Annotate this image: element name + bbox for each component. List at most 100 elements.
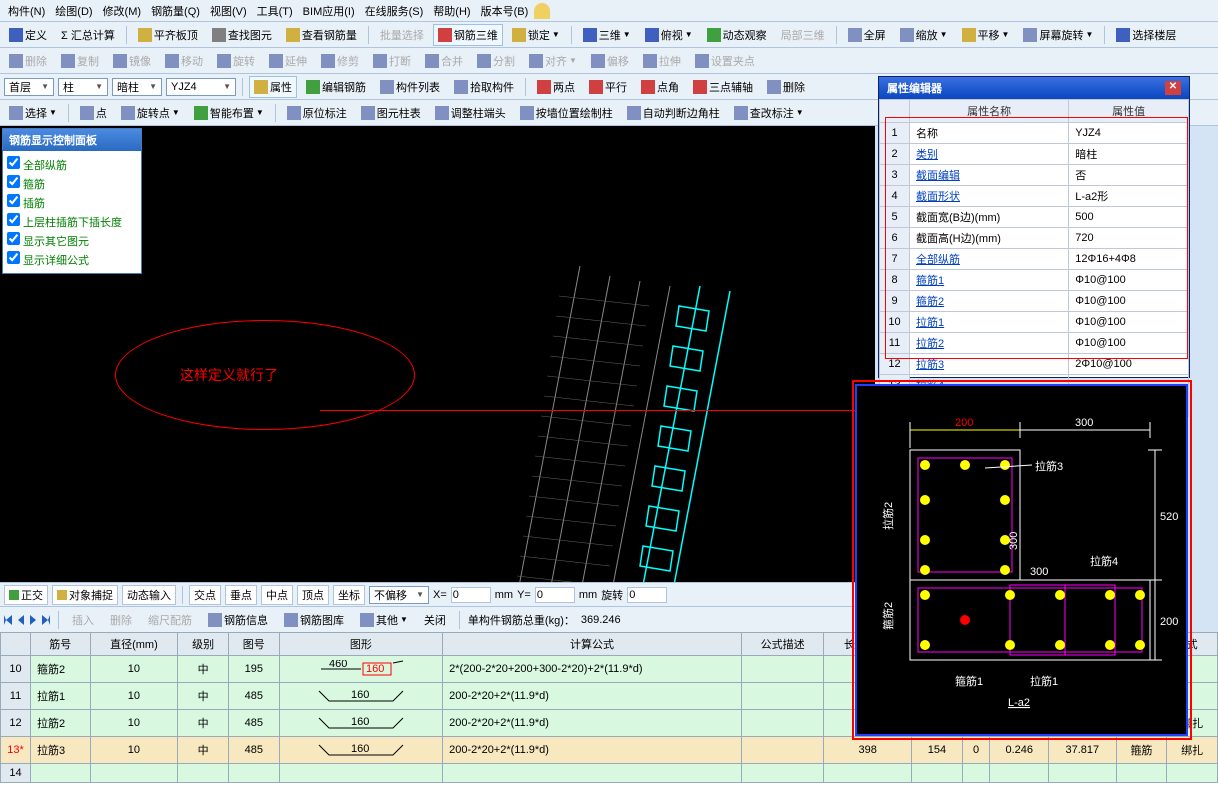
extend-button[interactable]: 延伸	[264, 50, 312, 72]
sub-dropdown[interactable]: 暗柱▼	[112, 78, 162, 96]
property-row[interactable]: 1名称YJZ4	[880, 123, 1189, 144]
cpanel-checkbox[interactable]: 显示其它图元	[7, 231, 137, 250]
menu-help[interactable]: 帮助(H)	[429, 1, 474, 21]
other-button[interactable]: 其他▼	[355, 609, 413, 631]
adjust-button[interactable]: 调整柱端头	[430, 102, 511, 124]
property-row[interactable]: 2类别暗柱	[880, 144, 1189, 165]
edit-rebar-button[interactable]: 编辑钢筋	[301, 76, 371, 98]
auto-button[interactable]: 自动判断边角柱	[622, 102, 725, 124]
corner-button[interactable]: 点角	[636, 76, 684, 98]
trim-button[interactable]: 修剪	[316, 50, 364, 72]
split-button[interactable]: 分割	[472, 50, 520, 72]
code-dropdown[interactable]: YJZ4▼	[166, 78, 236, 96]
property-row[interactable]: 7全部纵筋12Φ16+4Φ8	[880, 249, 1189, 270]
nav-last-icon[interactable]	[42, 615, 50, 625]
point-button[interactable]: 点	[75, 102, 112, 124]
property-row[interactable]: 12拉筋32Φ10@100	[880, 354, 1189, 375]
merge-button[interactable]: 合并	[420, 50, 468, 72]
table-row[interactable]: 13*拉筋310中485160200-2*20+2*(11.9*d)398154…	[1, 737, 1218, 764]
stretch-button[interactable]: 拉伸	[638, 50, 686, 72]
rot-input[interactable]	[627, 587, 667, 603]
x-input[interactable]	[451, 587, 491, 603]
property-editor[interactable]: 属性编辑器 ✕ 属性名称属性值1名称YJZ42类别暗柱3截面编辑否4截面形状L-…	[878, 76, 1190, 378]
para-button[interactable]: 平行	[584, 76, 632, 98]
offset-button[interactable]: 偏移	[586, 50, 634, 72]
grip-button[interactable]: 设置夹点	[690, 50, 760, 72]
orig-button[interactable]: 原位标注	[282, 102, 352, 124]
rotate-button[interactable]: 旋转	[212, 50, 260, 72]
type-dropdown[interactable]: 柱▼	[58, 78, 108, 96]
copy-button[interactable]: 复制	[56, 50, 104, 72]
pick-button[interactable]: 拾取构件	[449, 76, 519, 98]
zoom-button[interactable]: 缩放▼	[895, 24, 953, 46]
rotpt-button[interactable]: 旋转点▼	[116, 102, 185, 124]
move-button[interactable]: 移动	[160, 50, 208, 72]
perp-toggle[interactable]: 垂点	[225, 585, 257, 605]
coord-toggle[interactable]: 坐标	[333, 585, 365, 605]
two-button[interactable]: 两点	[532, 76, 580, 98]
property-row[interactable]: 10拉筋1Φ10@100	[880, 312, 1189, 333]
del2-button[interactable]: 删除	[105, 609, 137, 631]
menu-version[interactable]: 版本号(B)	[477, 1, 533, 21]
rebar-button[interactable]: 查看钢筋量	[281, 24, 362, 46]
flat-button[interactable]: 平齐板顶	[133, 24, 203, 46]
cpanel-checkbox[interactable]: 显示详细公式	[7, 250, 137, 269]
lib-button[interactable]: 钢筋图库	[279, 609, 349, 631]
menu-modify[interactable]: 修改(M)	[99, 1, 146, 21]
wall-button[interactable]: 按墙位置绘制柱	[515, 102, 618, 124]
cpanel-checkbox[interactable]: 箍筋	[7, 174, 137, 193]
pan-button[interactable]: 平移▼	[957, 24, 1015, 46]
floor-button[interactable]: 选择楼层	[1111, 24, 1181, 46]
loc3d-button[interactable]: 局部三维	[776, 24, 830, 46]
sum-button[interactable]: Σ 汇总计算	[56, 24, 120, 46]
property-row[interactable]: 5截面宽(B边)(mm)500	[880, 207, 1189, 228]
property-row[interactable]: 9箍筋2Φ10@100	[880, 291, 1189, 312]
chk-button[interactable]: 查改标注▼	[729, 102, 809, 124]
close-button[interactable]: 关闭	[419, 609, 451, 631]
prop-button[interactable]: 属性	[249, 76, 297, 98]
close-icon[interactable]: ✕	[1165, 81, 1181, 95]
select-button[interactable]: 选择▼	[4, 102, 62, 124]
property-titlebar[interactable]: 属性编辑器 ✕	[879, 77, 1189, 99]
del-button[interactable]: 删除	[4, 50, 52, 72]
property-row[interactable]: 4截面形状L-a2形	[880, 186, 1189, 207]
dyn-toggle[interactable]: 动态输入	[122, 585, 176, 605]
rot-button[interactable]: 屏幕旋转▼	[1018, 24, 1098, 46]
property-row[interactable]: 6截面高(H边)(mm)720	[880, 228, 1189, 249]
dyn-button[interactable]: 动态观察	[702, 24, 772, 46]
three-button[interactable]: 三点辅轴	[688, 76, 758, 98]
mid-toggle[interactable]: 中点	[261, 585, 293, 605]
insert-button[interactable]: 插入	[67, 609, 99, 631]
property-row[interactable]: 8箍筋1Φ10@100	[880, 270, 1189, 291]
floor-dropdown[interactable]: 首层▼	[4, 78, 54, 96]
menu-draw[interactable]: 绘图(D)	[51, 1, 96, 21]
property-row[interactable]: 3截面编辑否	[880, 165, 1189, 186]
define-button[interactable]: 定义	[4, 24, 52, 46]
ortho-toggle[interactable]: 正交	[4, 585, 48, 605]
menu-view[interactable]: 视图(V)	[206, 1, 251, 21]
table-button[interactable]: 图元柱表	[356, 102, 426, 124]
menu-rebar[interactable]: 钢筋量(Q)	[147, 1, 204, 21]
list-button[interactable]: 构件列表	[375, 76, 445, 98]
offset-dropdown[interactable]: 不偏移▼	[369, 586, 429, 604]
cpanel-checkbox[interactable]: 全部纵筋	[7, 155, 137, 174]
delgrid-button[interactable]: 删除	[762, 76, 810, 98]
table-row[interactable]: 14	[1, 764, 1218, 783]
y-input[interactable]	[535, 587, 575, 603]
persp-button[interactable]: 俯视▼	[640, 24, 698, 46]
batch-button[interactable]: 批量选择	[375, 24, 429, 46]
snap-toggle[interactable]: 对象捕捉	[52, 585, 118, 605]
mirror-button[interactable]: 镜像	[108, 50, 156, 72]
menu-online[interactable]: 在线服务(S)	[361, 1, 428, 21]
lock-button[interactable]: 锁定▼	[507, 24, 565, 46]
find-button[interactable]: 查找图元	[207, 24, 277, 46]
menu-bim[interactable]: BIM应用(I)	[299, 1, 359, 21]
3d-button[interactable]: 三维▼	[578, 24, 636, 46]
menu-tools[interactable]: 工具(T)	[253, 1, 297, 21]
menu-component[interactable]: 构件(N)	[4, 1, 49, 21]
smart-button[interactable]: 智能布置▼	[189, 102, 269, 124]
scale-button[interactable]: 缩尺配筋	[143, 609, 197, 631]
nav-first-icon[interactable]	[4, 615, 12, 625]
top-toggle[interactable]: 顶点	[297, 585, 329, 605]
nav-next-icon[interactable]	[30, 615, 36, 625]
